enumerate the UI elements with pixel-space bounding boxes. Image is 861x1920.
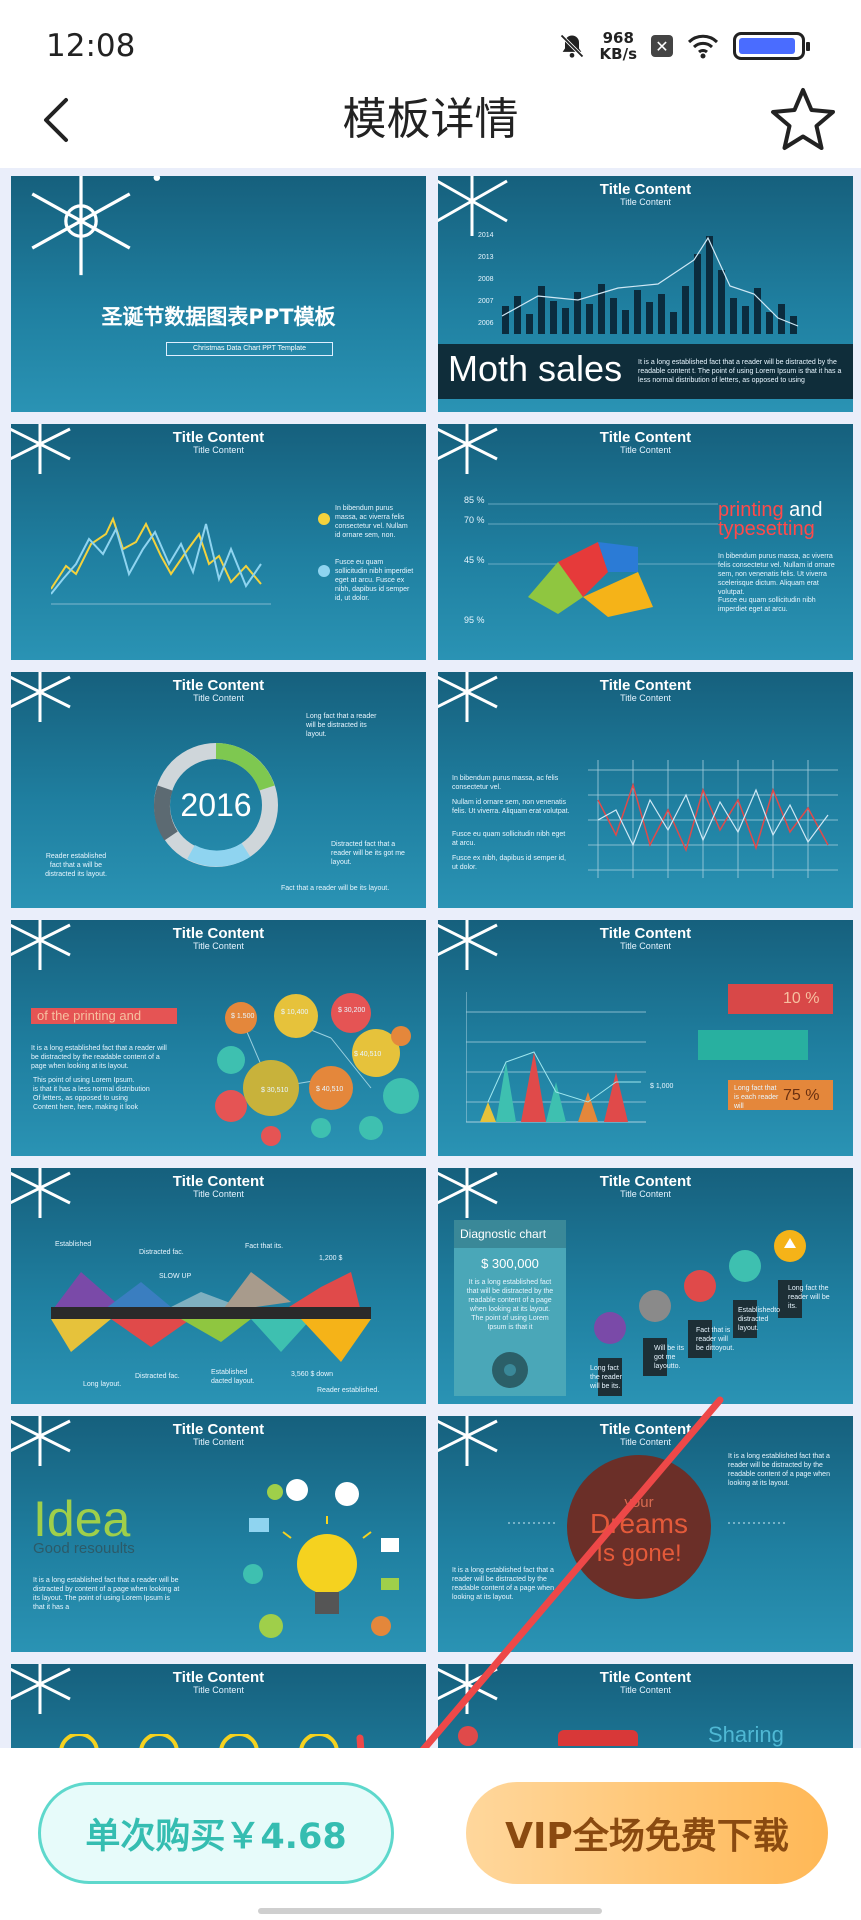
status-icons: 968 KB/s ✕ [558,29,810,63]
bar-chart-graphic [501,236,799,334]
peaks-graphic [466,992,646,1123]
slide-subtitle: Title Content [193,693,244,703]
slide-subtitle: Title Content [620,1189,671,1199]
slide-title: Title Content [172,925,265,942]
cover-title: 圣诞节数据图表PPT模板 [101,305,336,329]
network-speed: 968 KB/s [599,29,637,63]
slide-subtitle: Title Content [620,197,671,207]
clock: 12:08 [46,28,136,64]
slide-title: Title Content [172,1421,265,1438]
slide-diagnostic-chart[interactable]: Title Content Title Content Diagnostic c… [438,1168,853,1404]
slide-bubble-chart[interactable]: Title Content Title Content of the print… [11,920,426,1156]
slide-subtitle: Title Content [620,1685,671,1695]
battery-icon [733,32,810,60]
slide-title: Title Content [172,1669,265,1686]
slide-subtitle: Title Content [620,941,671,951]
legend-dot-blue [318,565,330,577]
snowflake-decoration [31,176,161,276]
slide-dreams[interactable]: Title Content Title Content your Dreams … [438,1416,853,1652]
slide-moth-sales[interactable]: Title Content Title Content 2014 2013 20… [438,176,853,412]
slide-title: Title Content [599,925,692,942]
slide-title: Title Content [599,677,692,694]
slide-title: Title Content [599,429,692,446]
idea-title: Idea [33,1491,131,1547]
slide-title: Title Content [172,1173,265,1190]
slide-subtitle: Title Content [193,1189,244,1199]
favorite-star-icon[interactable] [767,84,839,156]
slide-ribbon-chart[interactable]: Title Content Title Content Established … [11,1168,426,1404]
wifi-icon [687,34,719,59]
bell-muted-icon [559,34,584,58]
vip-download-button[interactable]: VIP全场免费下载 [466,1782,828,1884]
cover-subtitle: Christmas Data Chart PPT Template [166,342,333,356]
slide-title: Title Content [599,1669,692,1686]
single-purchase-button[interactable]: 单次购买￥4.68 [38,1782,394,1884]
slide-pie-chart[interactable]: Title Content Title Content 85 % 70 % 45… [438,424,853,660]
slide-subtitle: Title Content [620,445,671,455]
ring-year: 2016 [180,787,252,823]
nav-bar: 模板详情 [0,80,861,160]
grid-line-chart [588,760,838,878]
bubble-graphic [215,993,419,1146]
slide-line-chart[interactable]: Title Content Title Content In bibendum … [11,424,426,660]
slide-ring-2016[interactable]: Title Content Title Content 2016 Long fa… [11,672,426,908]
slide-peaks-chart[interactable]: Title Content Title Content $ 1,000 10 %… [438,920,853,1156]
lightbulb-graphic [243,1479,399,1638]
slide-title: Title Content [599,1173,692,1190]
legend-dot-yellow [318,513,330,525]
slide-cover[interactable]: 圣诞节数据图表PPT模板 Christmas Data Chart PPT Te… [11,176,426,412]
slide-subtitle: Title Content [193,445,244,455]
no-sim-icon: ✕ [651,35,673,57]
pie-chart-graphic [488,503,718,617]
ribbon-graphic [51,1272,371,1362]
bubble-banner: of the printing and [31,1008,177,1024]
slide-partial-left[interactable]: Title Content Title Content [11,1664,426,1748]
slide-title: Title Content [599,1421,692,1438]
diagnostic-title: Diagnostic chart [454,1220,566,1248]
slide-title: Title Content [172,429,265,446]
template-preview-grid: 圣诞节数据图表PPT模板 Christmas Data Chart PPT Te… [0,168,861,1748]
slide-title: Title Content [599,181,692,198]
slide-subtitle: Title Content [620,1437,671,1447]
slide-subtitle: Title Content [193,941,244,951]
moth-sales-heading: Moth sales [448,348,623,389]
home-indicator [258,1908,602,1914]
slide-idea[interactable]: Title Content Title Content Idea Good re… [11,1416,426,1652]
bottom-action-bar: 单次购买￥4.68 VIP全场免费下载 [0,1748,861,1920]
line-chart-graphic [51,516,271,605]
slide-partial-right[interactable]: Title Content Title Content Sharing [438,1664,853,1748]
slide-grid-chart[interactable]: Title Content Title Content In bibendum … [438,672,853,908]
page-title: 模板详情 [342,94,519,145]
slide-title: Title Content [172,677,265,694]
slide-subtitle: Title Content [193,1685,244,1695]
slide-subtitle: Title Content [193,1437,244,1447]
slide-subtitle: Title Content [620,693,671,703]
